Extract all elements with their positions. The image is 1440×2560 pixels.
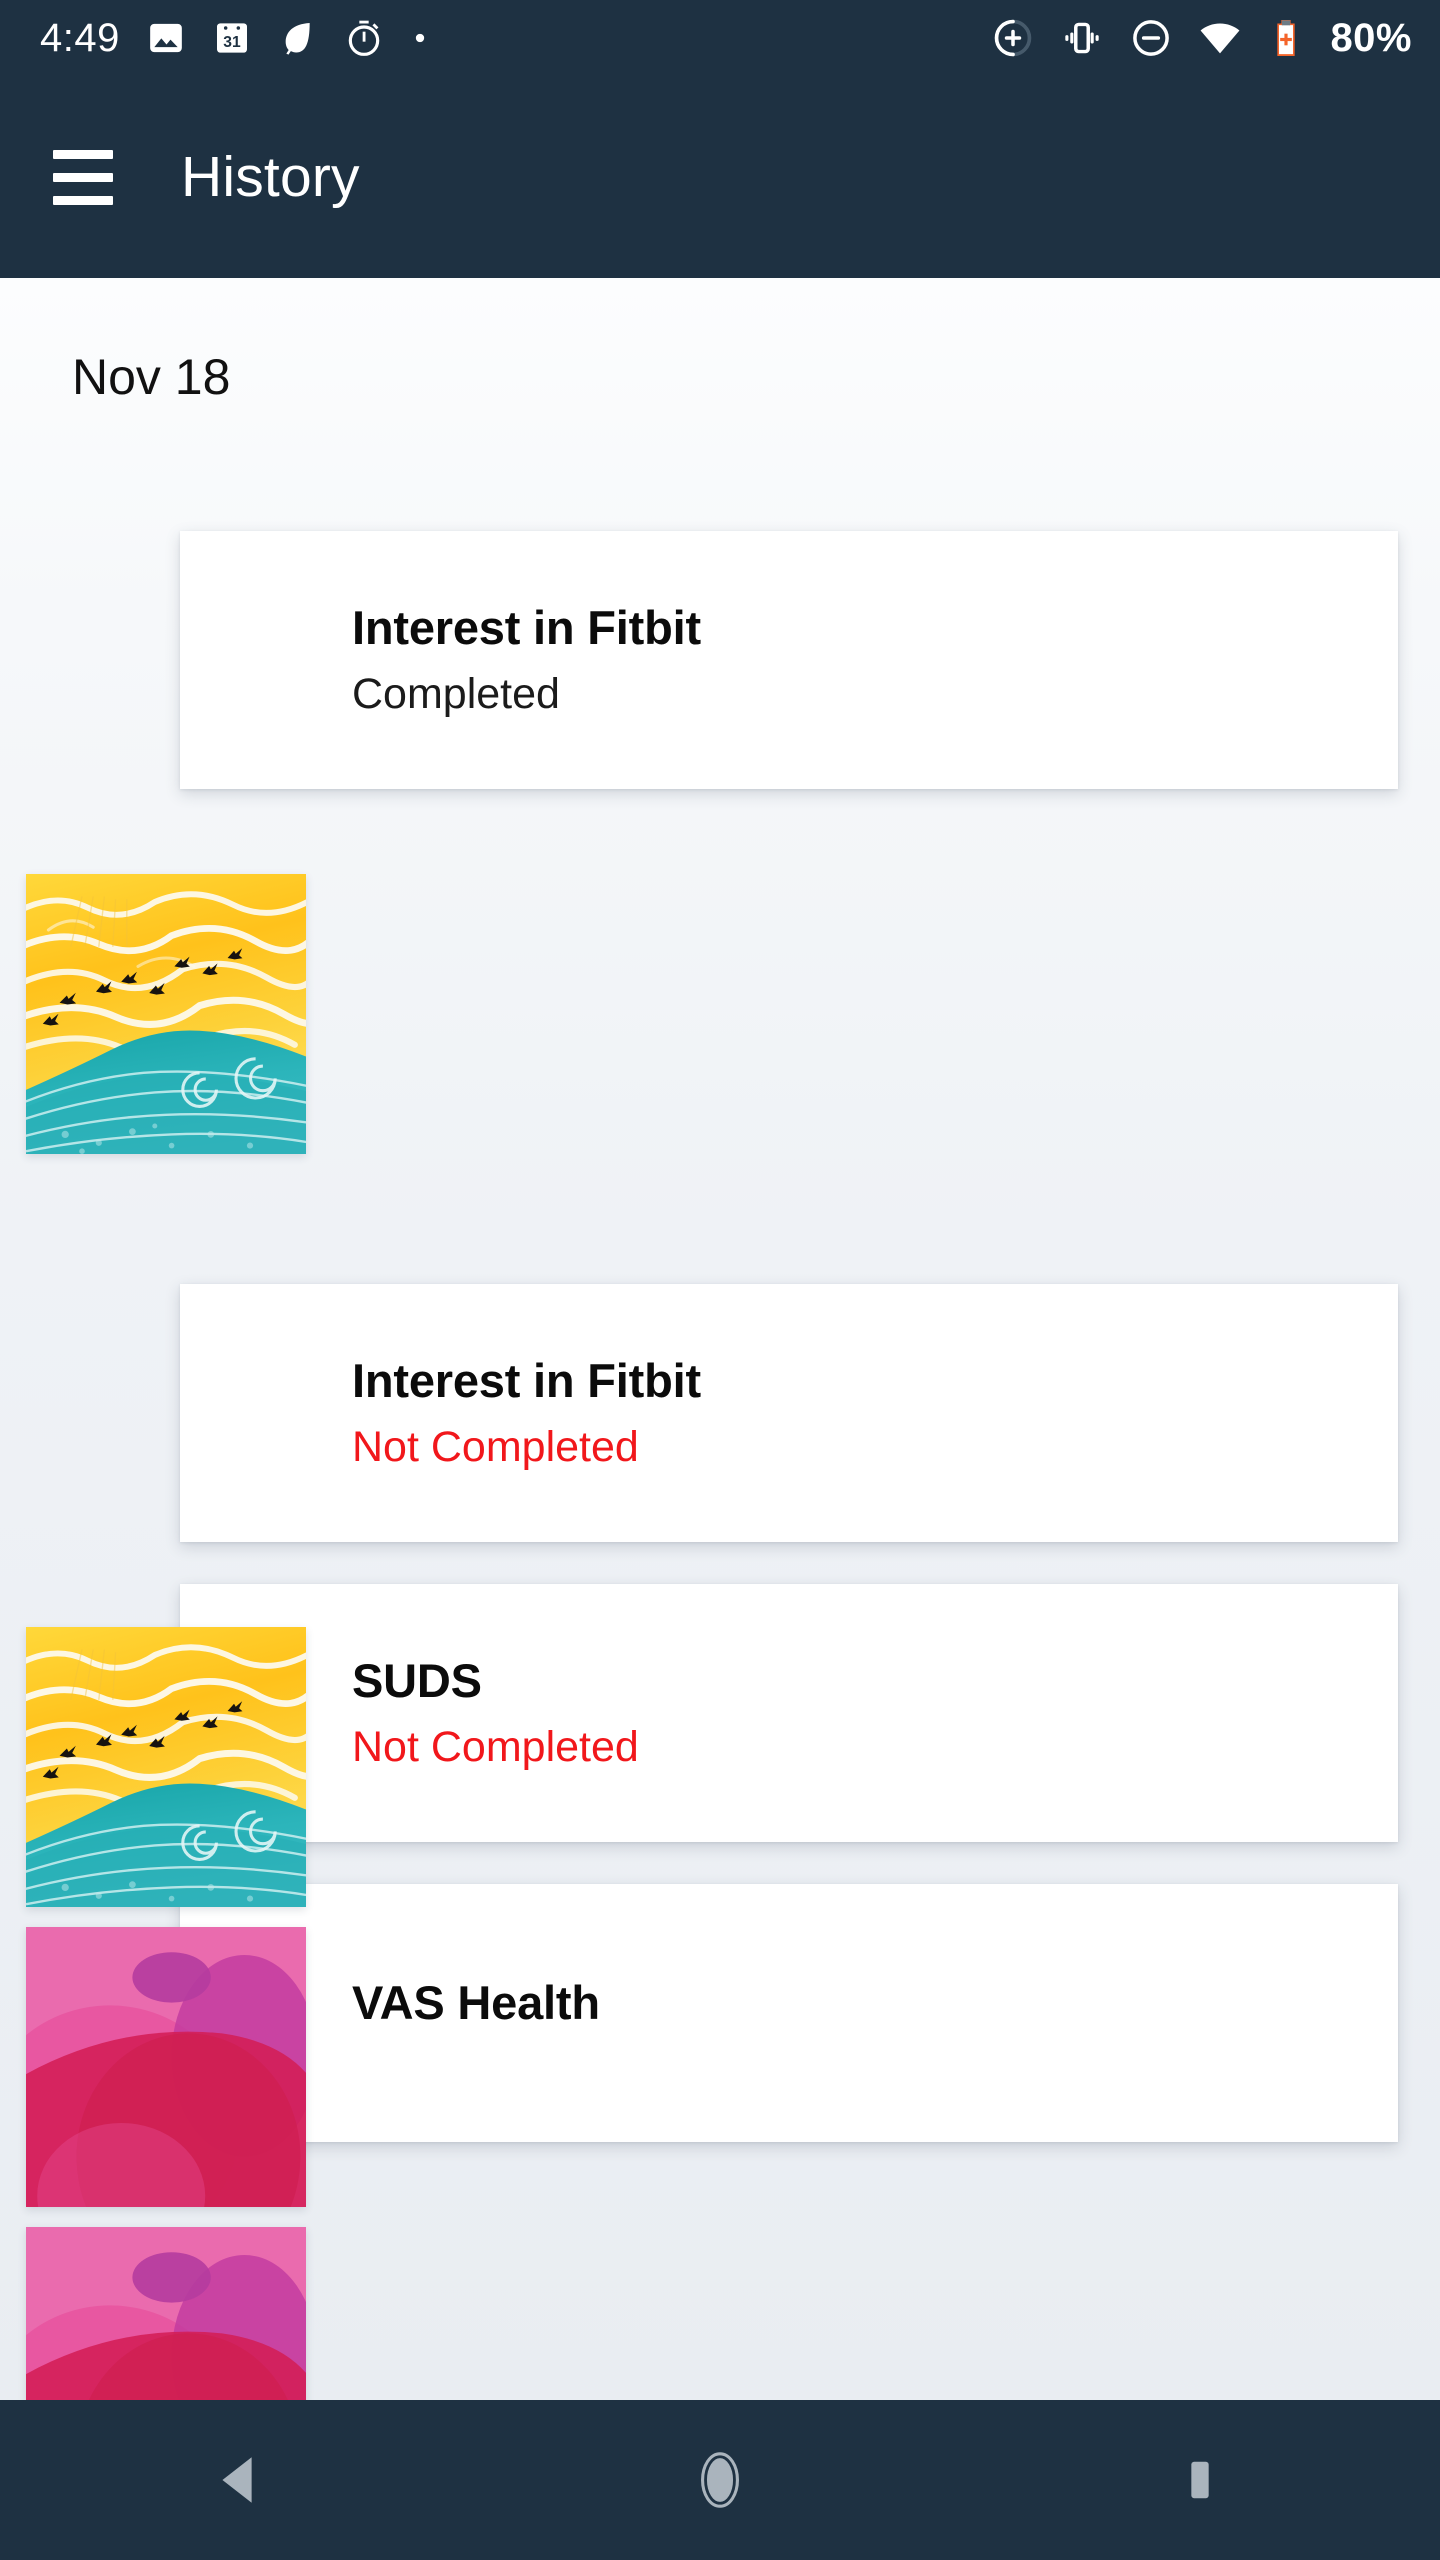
recents-square-icon: [1191, 2461, 1209, 2499]
history-card[interactable]: Interest in Fitbit Not Completed: [180, 1284, 1398, 1542]
card-thumbnail-sunset-waves: [26, 1627, 306, 1907]
back-triangle-icon: [222, 2457, 252, 2503]
status-badge: Not Completed: [352, 1423, 639, 1471]
photos-icon: [146, 18, 186, 58]
card-text-block: Interest in Fitbit Not Completed: [352, 1284, 701, 1542]
date-header-nov-18: Nov 18: [72, 349, 231, 405]
leaf-icon: [278, 18, 318, 58]
card-text-block: VAS Health: [352, 1884, 600, 2142]
vibrate-icon: [1060, 16, 1104, 60]
card-thumbnail-pink-blobs: [26, 1927, 306, 2207]
card-title: SUDS: [352, 1654, 482, 1707]
home-button[interactable]: [620, 2400, 820, 2560]
dot-indicator-icon: [410, 28, 430, 48]
card-text-block: Interest in Fitbit Completed: [352, 531, 701, 789]
history-card[interactable]: SUDS Not Completed: [180, 1584, 1398, 1842]
android-navigation-bar: [0, 2400, 1440, 2560]
battery-saver-icon: [1268, 18, 1304, 58]
wifi-icon: [1198, 16, 1242, 60]
card-thumbnail-pink-blobs: [26, 2227, 306, 2400]
home-circle-icon: [701, 2452, 739, 2508]
back-button[interactable]: [140, 2400, 340, 2560]
calendar-icon: 31: [212, 18, 252, 58]
location-add-icon: [992, 17, 1034, 59]
status-badge: Completed: [352, 670, 560, 718]
history-card[interactable]: Interest in Fitbit Completed: [180, 531, 1398, 789]
do-not-disturb-icon: [1130, 17, 1172, 59]
history-card[interactable]: VAS Health: [180, 1884, 1398, 2142]
status-badge: Not Completed: [352, 1723, 639, 1771]
card-text-block: SUDS Not Completed: [352, 1584, 639, 1842]
svg-text:31: 31: [223, 34, 241, 51]
battery-percent-label: 80%: [1330, 16, 1412, 60]
app-bar: History: [0, 76, 1440, 278]
status-bar-clock: 4:49: [40, 16, 120, 60]
status-bar-left: 4:49 31: [40, 18, 430, 58]
card-thumbnail-sunset-waves: [26, 874, 306, 1154]
status-bar: 4:49 31 80%: [0, 0, 1440, 76]
card-title: Interest in Fitbit: [352, 1354, 701, 1407]
history-list[interactable]: Nov 18 Nov 17 Interest in Fitbit Complet…: [0, 278, 1440, 2400]
card-title: VAS Health: [352, 1975, 600, 2029]
status-bar-right: 80%: [992, 16, 1412, 60]
page-title: History: [181, 144, 360, 209]
timer-icon: [344, 18, 384, 58]
hamburger-menu-icon[interactable]: [28, 122, 138, 232]
recents-button[interactable]: [1100, 2400, 1300, 2560]
card-title: Interest in Fitbit: [352, 601, 701, 654]
